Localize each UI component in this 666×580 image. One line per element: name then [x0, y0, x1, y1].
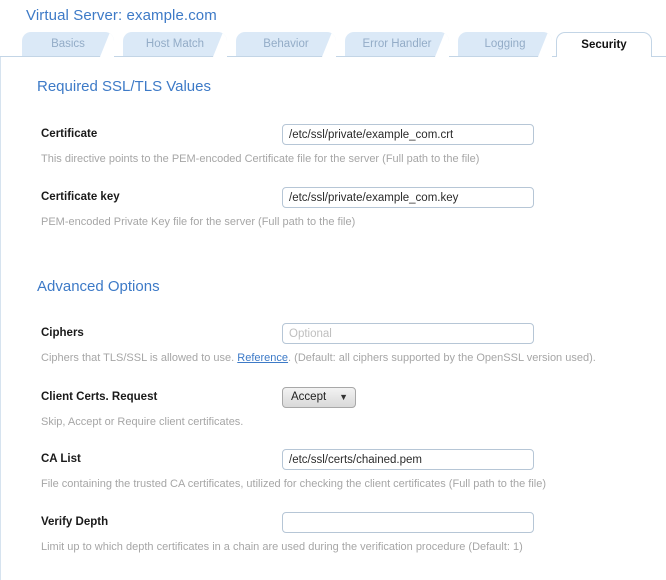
tab-error-handler[interactable]: Error Handler: [345, 32, 449, 57]
ciphers-help-after: . (Default: all ciphers supported by the…: [288, 352, 596, 364]
certificate-label: Certificate: [41, 128, 97, 140]
chevron-down-icon: ▼: [339, 388, 348, 407]
tab-error-handler-label: Error Handler: [362, 38, 431, 50]
page-title: Virtual Server: example.com: [26, 7, 217, 24]
certificate-key-label: Certificate key: [41, 191, 120, 203]
tab-logging[interactable]: Logging: [458, 32, 552, 57]
verify-depth-help: Limit up to which depth certificates in …: [41, 541, 523, 553]
tab-behavior[interactable]: Behavior: [236, 32, 336, 57]
client-certs-request-help: Skip, Accept or Require client certifica…: [41, 416, 243, 428]
ciphers-label: Ciphers: [41, 327, 84, 339]
tab-security-label: Security: [581, 39, 626, 51]
certificate-key-help: PEM-encoded Private Key file for the ser…: [41, 216, 355, 228]
ciphers-input[interactable]: [282, 323, 534, 344]
tab-bar: Basics Host Match Behavior Error Handler…: [0, 32, 666, 58]
tab-security[interactable]: Security: [556, 32, 652, 57]
certificate-input[interactable]: [282, 124, 534, 145]
verify-depth-label: Verify Depth: [41, 516, 108, 528]
certificate-help: This directive points to the PEM-encoded…: [41, 153, 479, 165]
client-certs-request-label: Client Certs. Request: [41, 391, 157, 403]
section-title-required-ssl: Required SSL/TLS Values: [37, 78, 211, 95]
tab-logging-label: Logging: [485, 38, 526, 50]
tab-active-baseline-mask: [557, 56, 651, 58]
ca-list-label: CA List: [41, 453, 81, 465]
ca-list-help: File containing the trusted CA certifica…: [41, 478, 546, 490]
tab-host-match[interactable]: Host Match: [123, 32, 227, 57]
tab-separator: [435, 32, 449, 57]
ca-list-input[interactable]: [282, 449, 534, 470]
ciphers-reference-link[interactable]: Reference: [237, 352, 288, 364]
tab-separator: [538, 32, 552, 57]
tab-separator: [100, 32, 114, 57]
section-title-advanced-options: Advanced Options: [37, 278, 160, 295]
tab-separator: [213, 32, 227, 57]
verify-depth-input[interactable]: [282, 512, 534, 533]
ciphers-help: Ciphers that TLS/SSL is allowed to use. …: [41, 352, 596, 364]
settings-panel: Required SSL/TLS Values Certificate This…: [0, 57, 666, 580]
tab-separator: [322, 32, 336, 57]
tab-basics[interactable]: Basics: [22, 32, 114, 57]
client-certs-request-select[interactable]: Accept ▼: [282, 387, 356, 408]
client-certs-request-value: Accept: [291, 388, 326, 407]
tab-basics-label: Basics: [51, 38, 85, 50]
ciphers-help-before: Ciphers that TLS/SSL is allowed to use.: [41, 352, 237, 364]
tab-host-match-label: Host Match: [146, 38, 204, 50]
tab-behavior-label: Behavior: [263, 38, 308, 50]
certificate-key-input[interactable]: [282, 187, 534, 208]
